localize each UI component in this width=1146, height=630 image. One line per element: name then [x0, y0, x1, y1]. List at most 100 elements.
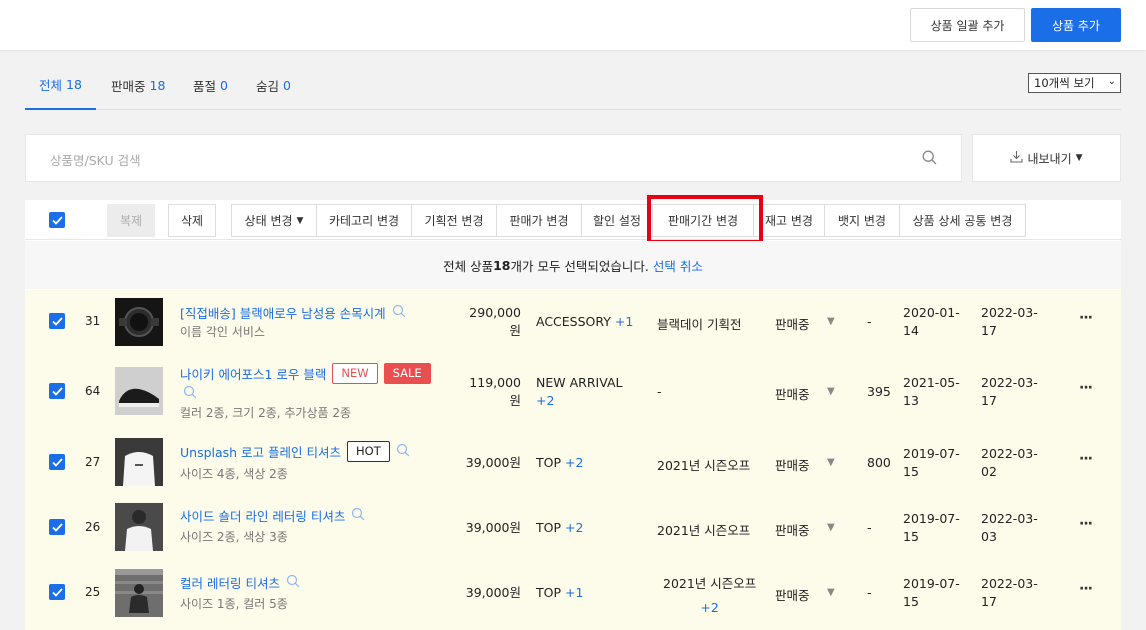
date-part: 15 — [903, 594, 919, 609]
product-name: 나이키 에어포스1 로우 블랙 — [180, 367, 327, 382]
search-box[interactable]: 상품명/SKU 검색 — [25, 134, 962, 182]
price-unit: 원 — [509, 393, 521, 408]
magnifier-icon[interactable] — [392, 304, 406, 321]
status-change-button[interactable]: 상태 변경 ▼ — [231, 204, 317, 237]
product-name-link[interactable]: Unsplash 로고 플레인 티셔츠 HOT — [180, 441, 410, 462]
caret-down-icon[interactable]: ▼ — [827, 457, 835, 468]
more-icon[interactable]: ··· — [1079, 310, 1093, 326]
row-checkbox[interactable] — [49, 454, 65, 470]
category-change-button[interactable]: 카테고리 변경 — [316, 204, 412, 237]
date-part: 03 — [981, 529, 997, 544]
product-name: 사이드 숄더 라인 레터링 티셔츠 — [180, 509, 346, 524]
tab-sold-out[interactable]: 품절 0 — [193, 60, 228, 110]
product-promotion: 블랙데이 기획전 — [657, 317, 742, 332]
product-name-link[interactable]: 나이키 에어포스1 로우 블랙 NEW SALE — [180, 363, 431, 384]
product-promotion: 2021년 시즌오프 — [657, 458, 751, 473]
price-unit: 원 — [509, 323, 521, 338]
per-page-select[interactable]: 10개씩 보기 ⌄ — [1028, 73, 1121, 93]
date-part: 2022-03- — [981, 511, 1038, 526]
magnifier-icon[interactable] — [351, 507, 365, 524]
cancel-selection-link[interactable]: 선택 취소 — [653, 256, 703, 275]
table-row[interactable]: 64 나이키 에어포스1 로우 블랙 NEW SALE 컬러 2종, 크기 2종… — [25, 355, 1121, 427]
table-row[interactable]: 26 사이드 숄더 라인 레터링 티셔츠 사이즈 2종, 색상 3종 39,00… — [25, 495, 1121, 560]
table-row[interactable]: 27 Unsplash 로고 플레인 티셔츠 HOT 사이즈 4종, 색상 2종… — [25, 427, 1121, 495]
badge-change-button[interactable]: 뱃지 변경 — [824, 204, 900, 237]
promotion-change-button[interactable]: 기획전 변경 — [411, 204, 497, 237]
table-row[interactable]: 31 [직접배송] 블랙애로우 남성용 손목시계 이름 각인 서비스 290,0… — [25, 290, 1121, 355]
status-select[interactable]: 판매중 — [775, 585, 810, 604]
product-options: 컬러 2종, 크기 2종, 추가상품 2종 — [180, 406, 352, 420]
product-name-link[interactable]: 컬러 레터링 티셔츠 — [180, 573, 300, 592]
more-icon[interactable]: ··· — [1079, 516, 1093, 532]
date-part: 17 — [981, 393, 997, 408]
status-select[interactable]: 판매중 — [775, 314, 810, 333]
magnifier-icon[interactable] — [183, 385, 197, 403]
product-category[interactable]: TOP +1 — [536, 585, 583, 600]
discount-setting-button[interactable]: 할인 설정 — [581, 204, 653, 237]
promotion-more[interactable]: +2 — [663, 596, 756, 620]
price-change-button[interactable]: 판매가 변경 — [496, 204, 582, 237]
product-category[interactable]: ACCESSORY +1 — [536, 314, 633, 329]
product-price: 290,000 원 — [457, 304, 521, 340]
product-thumbnail[interactable] — [115, 569, 163, 617]
product-thumbnail[interactable] — [115, 503, 163, 551]
magnifier-icon[interactable] — [396, 443, 410, 460]
product-category[interactable]: TOP +2 — [536, 520, 583, 535]
stock-change-button[interactable]: 재고 변경 — [753, 204, 825, 237]
tab-hidden[interactable]: 숨김 0 — [256, 60, 291, 110]
product-stock: - — [867, 314, 872, 329]
magnifier-icon[interactable] — [286, 574, 300, 591]
category-more[interactable]: +1 — [615, 314, 633, 329]
export-button[interactable]: 내보내기 ▼ — [972, 134, 1121, 182]
more-icon[interactable]: ··· — [1079, 581, 1093, 597]
add-product-button[interactable]: 상품 추가 — [1031, 8, 1121, 42]
status-select[interactable]: 판매중 — [775, 455, 810, 474]
detail-common-change-button[interactable]: 상품 상세 공통 변경 — [899, 204, 1026, 237]
caret-down-icon[interactable]: ▼ — [827, 386, 835, 397]
row-checkbox[interactable] — [49, 519, 65, 535]
product-price: 39,000원 — [457, 519, 521, 537]
caret-down-icon[interactable]: ▼ — [827, 316, 835, 327]
date-part: 2019-07- — [903, 511, 960, 526]
category-more[interactable]: +1 — [565, 585, 583, 600]
date-part: 2022-03- — [981, 375, 1038, 390]
product-thumbnail[interactable] — [115, 367, 163, 415]
caret-down-icon[interactable]: ▼ — [827, 587, 835, 598]
tab-on-sale[interactable]: 판매중 18 — [111, 60, 165, 110]
price-amount: 39,000원 — [465, 520, 521, 535]
product-thumbnail[interactable] — [115, 438, 163, 486]
search-input[interactable]: 상품명/SKU 검색 — [50, 150, 141, 169]
product-thumbnail[interactable] — [115, 298, 163, 346]
product-price: 39,000원 — [457, 454, 521, 472]
select-all-checkbox[interactable] — [49, 212, 65, 228]
product-promotion[interactable]: 2021년 시즌오프 +2 — [663, 572, 756, 620]
category-more[interactable]: +2 — [536, 392, 622, 410]
category-name: ACCESSORY — [536, 314, 611, 329]
status-select[interactable]: 판매중 — [775, 520, 810, 539]
product-category[interactable]: TOP +2 — [536, 455, 583, 470]
sale-end-date: 2022-03- 17 — [981, 374, 1038, 410]
search-icon[interactable] — [922, 150, 937, 169]
product-name: [직접배송] 블랙애로우 남성용 손목시계 — [180, 306, 386, 321]
row-checkbox[interactable] — [49, 383, 65, 399]
more-icon[interactable]: ··· — [1079, 451, 1093, 467]
delete-button[interactable]: 삭제 — [168, 204, 216, 237]
caret-down-icon[interactable]: ▼ — [827, 522, 835, 533]
product-category[interactable]: NEW ARRIVAL +2 — [536, 374, 622, 410]
table-row[interactable]: 25 컬러 레터링 티셔츠 사이즈 1종, 컬러 5종 39,000원 TOP … — [25, 560, 1121, 630]
tab-label: 숨김 — [256, 78, 280, 94]
category-more[interactable]: +2 — [565, 520, 583, 535]
product-name-link[interactable]: 사이드 숄더 라인 레터링 티셔츠 — [180, 506, 365, 525]
more-icon[interactable]: ··· — [1079, 380, 1093, 396]
tab-all[interactable]: 전체 18 — [25, 60, 96, 110]
row-checkbox[interactable] — [49, 584, 65, 600]
product-name-link[interactable]: [직접배송] 블랙애로우 남성용 손목시계 — [180, 303, 406, 322]
row-checkbox[interactable] — [49, 313, 65, 329]
status-select[interactable]: 판매중 — [775, 384, 810, 403]
bulk-add-product-button[interactable]: 상품 일괄 추가 — [910, 8, 1025, 42]
copy-button[interactable]: 복제 — [107, 204, 155, 237]
category-more[interactable]: +2 — [565, 455, 583, 470]
date-part: 2019-07- — [903, 576, 960, 591]
top-bar: 상품 일괄 추가 상품 추가 — [0, 0, 1146, 50]
sales-period-change-button[interactable]: 판매기간 변경 — [652, 204, 754, 237]
